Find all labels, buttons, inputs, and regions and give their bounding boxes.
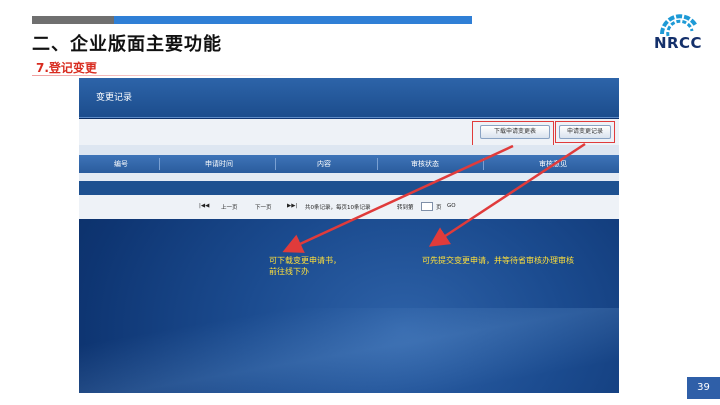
callout-download-line-2: 前往线下办 [269,267,309,276]
system-screenshot: 变更记录 下载申请变更表 申请变更记录 编号 申请时间 内容 审核状态 审核意见… [79,78,619,393]
header-gray-bar [32,16,114,24]
arrows-overlay [282,142,586,253]
logo-text: NRCC [653,34,703,52]
callout-download: 可下载变更申请书， 前往线下办 [269,255,341,277]
arrow-to-download-note [282,144,514,253]
callout-submit: 可先提交变更申请，并等待省审核办理审核 [422,256,574,265]
nrcc-logo: NRCC [648,14,708,52]
subtitle-underline [32,75,300,76]
slide-subtitle: 7.登记变更 [36,61,97,75]
header-blue-bar [114,16,472,24]
slide-title: 二、企业版面主要功能 [32,34,222,55]
arrow-to-submit-note [428,142,586,247]
page-number: 39 [687,377,720,399]
callout-download-line-1: 可下载变更申请书， [269,256,341,265]
